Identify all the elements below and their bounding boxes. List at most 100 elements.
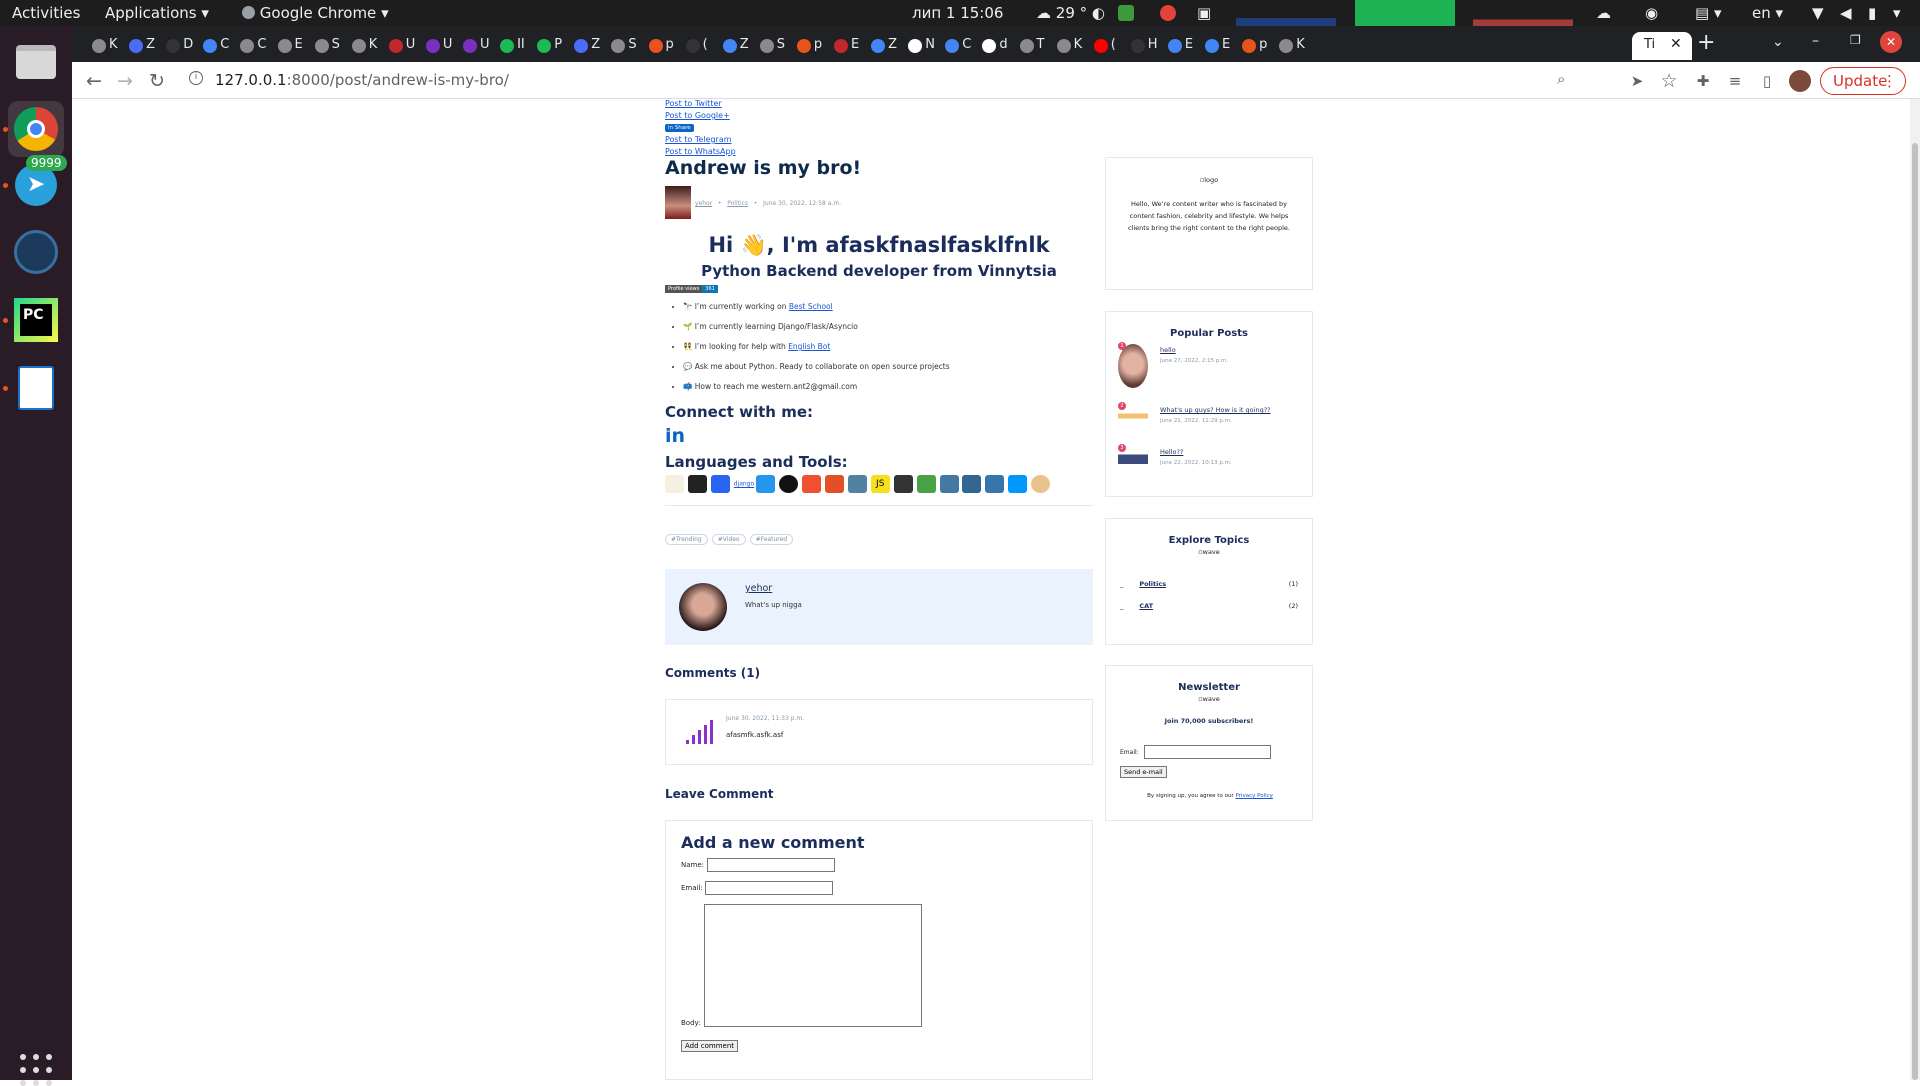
writer-launcher[interactable] xyxy=(8,360,64,416)
share-whatsapp-link[interactable]: Post to WhatsApp xyxy=(665,147,736,156)
author-avatar[interactable] xyxy=(679,583,727,631)
tab[interactable]: E xyxy=(1195,32,1232,60)
tab[interactable]: E xyxy=(824,32,861,60)
post-category-link[interactable]: Politics xyxy=(727,200,748,207)
tab[interactable]: p xyxy=(639,32,676,60)
post-thumbnail[interactable] xyxy=(1118,344,1148,388)
tab-active[interactable]: Ti ✕ xyxy=(1632,32,1692,60)
tab[interactable]: H xyxy=(1121,32,1158,60)
tray-record-icon[interactable] xyxy=(1160,5,1176,21)
tab[interactable]: D xyxy=(156,32,193,60)
tab[interactable]: p xyxy=(787,32,824,60)
back-button[interactable]: ← xyxy=(81,68,107,94)
applications-menu[interactable]: Applications ▾ xyxy=(105,4,209,22)
tab[interactable]: K xyxy=(1047,32,1084,60)
system-menu-icon[interactable]: ▾ xyxy=(1893,4,1901,22)
newsletter-email-field[interactable] xyxy=(1144,745,1271,759)
author-avatar[interactable] xyxy=(665,186,691,219)
linkedin-icon[interactable]: in xyxy=(665,425,685,447)
body-field[interactable] xyxy=(704,904,922,1027)
popular-post-link[interactable]: Hello?? xyxy=(1160,448,1183,456)
tab[interactable]: p xyxy=(1232,32,1269,60)
tray-app-icon[interactable] xyxy=(1118,5,1134,21)
info-icon[interactable]: i xyxy=(189,71,203,85)
profile-avatar[interactable] xyxy=(1789,70,1811,92)
tab[interactable]: ( xyxy=(1084,32,1121,60)
telegram-launcher[interactable]: ➤ 9999 xyxy=(8,155,67,213)
tab[interactable]: Z xyxy=(713,32,750,60)
tab[interactable]: S xyxy=(601,32,638,60)
tab[interactable]: Z xyxy=(564,32,601,60)
share-telegram-link[interactable]: Post to Telegram xyxy=(665,135,732,144)
cloud-icon[interactable]: ☁ xyxy=(1596,4,1611,22)
tab[interactable]: ( xyxy=(676,32,713,60)
tab-search-icon[interactable]: ⌄ xyxy=(1772,34,1784,50)
tab[interactable]: K xyxy=(1269,32,1306,60)
language-indicator[interactable]: en ▾ xyxy=(1752,4,1783,22)
tab[interactable]: U xyxy=(416,32,453,60)
forward-button[interactable]: → xyxy=(112,68,138,94)
tray-extension-icon[interactable]: ◉ xyxy=(1645,4,1658,22)
zoom-icon[interactable]: ⌕ xyxy=(1557,70,1565,88)
tab[interactable]: U xyxy=(379,32,416,60)
close-window-icon[interactable]: ✕ xyxy=(1880,31,1902,53)
name-field[interactable] xyxy=(707,858,835,872)
page-scrollbar[interactable] xyxy=(1910,99,1920,1080)
add-comment-button[interactable]: Add comment xyxy=(681,1040,739,1052)
files-launcher[interactable] xyxy=(8,34,64,90)
tab[interactable]: C xyxy=(935,32,972,60)
tab[interactable]: E xyxy=(268,32,305,60)
activities-button[interactable]: Activities xyxy=(12,4,80,22)
author-name-link[interactable]: yehor xyxy=(745,583,772,594)
tab[interactable]: C xyxy=(193,32,230,60)
tab[interactable]: T xyxy=(1010,32,1047,60)
new-tab-button[interactable]: + xyxy=(1697,30,1715,55)
tab[interactable]: K xyxy=(82,32,119,60)
tab[interactable]: II xyxy=(490,32,527,60)
tab[interactable]: N xyxy=(898,32,935,60)
minimize-icon[interactable]: – xyxy=(1812,33,1819,49)
side-panel-icon[interactable]: ▯ xyxy=(1754,68,1780,94)
tab[interactable]: S xyxy=(750,32,787,60)
scrollbar-thumb[interactable] xyxy=(1912,143,1918,1080)
restore-icon[interactable]: ❐ xyxy=(1850,33,1861,47)
app-menu[interactable]: Google Chrome ▾ xyxy=(242,4,389,22)
show-applications-icon[interactable] xyxy=(20,1054,52,1086)
clipboard-icon[interactable]: ▤ ▾ xyxy=(1695,4,1721,22)
weather-indicator[interactable]: ☁ 29 ° ◐ xyxy=(1036,4,1105,22)
bullet-link[interactable]: English Bot xyxy=(788,342,830,351)
clock[interactable]: лип 1 15:06 xyxy=(912,4,1003,22)
tab[interactable]: C xyxy=(230,32,267,60)
battery-icon[interactable]: ▮ xyxy=(1868,4,1876,22)
topic-item[interactable]: _ Politics (1) xyxy=(1120,580,1298,588)
pycharm-launcher[interactable]: PC xyxy=(8,292,64,348)
address-bar[interactable]: i 127.0.0.1:8000/post/andrew-is-my-bro/ … xyxy=(182,66,1592,95)
tab[interactable]: U xyxy=(453,32,490,60)
tab[interactable]: E xyxy=(1158,32,1195,60)
tray-monitor-icon[interactable]: ▣ xyxy=(1197,4,1211,22)
close-icon[interactable]: ✕ xyxy=(1670,36,1682,52)
tab[interactable]: S xyxy=(305,32,342,60)
tag-link[interactable]: #Trending xyxy=(665,534,708,545)
tab[interactable]: d xyxy=(972,32,1009,60)
bookmark-star-icon[interactable]: ☆ xyxy=(1656,68,1682,94)
post-author-link[interactable]: yehor xyxy=(695,200,712,207)
popular-post-link[interactable]: What's up guys? How is it going?? xyxy=(1160,406,1271,414)
tab[interactable]: Z xyxy=(119,32,156,60)
popular-post-link[interactable]: hello xyxy=(1160,346,1176,354)
email-field[interactable] xyxy=(705,881,833,895)
linkedin-share-button[interactable]: in Share xyxy=(665,124,694,132)
extensions-icon[interactable]: ✚ xyxy=(1690,68,1716,94)
send-email-button[interactable]: Send e-mail xyxy=(1120,766,1167,778)
update-button[interactable]: Update ⋮ xyxy=(1820,67,1906,95)
wifi-icon[interactable]: ▼ xyxy=(1812,4,1824,22)
tab[interactable]: P xyxy=(527,32,564,60)
chrome-launcher[interactable] xyxy=(8,101,64,157)
topic-link[interactable]: CAT xyxy=(1139,602,1153,610)
share-twitter-link[interactable]: Post to Twitter xyxy=(665,99,722,108)
tab[interactable]: Z xyxy=(861,32,898,60)
tag-link[interactable]: #Video xyxy=(711,534,746,545)
topic-item[interactable]: _ CAT (2) xyxy=(1120,602,1298,610)
media-controls-icon[interactable]: ≡ xyxy=(1722,68,1748,94)
share-google-link[interactable]: Post to Google+ xyxy=(665,111,730,120)
